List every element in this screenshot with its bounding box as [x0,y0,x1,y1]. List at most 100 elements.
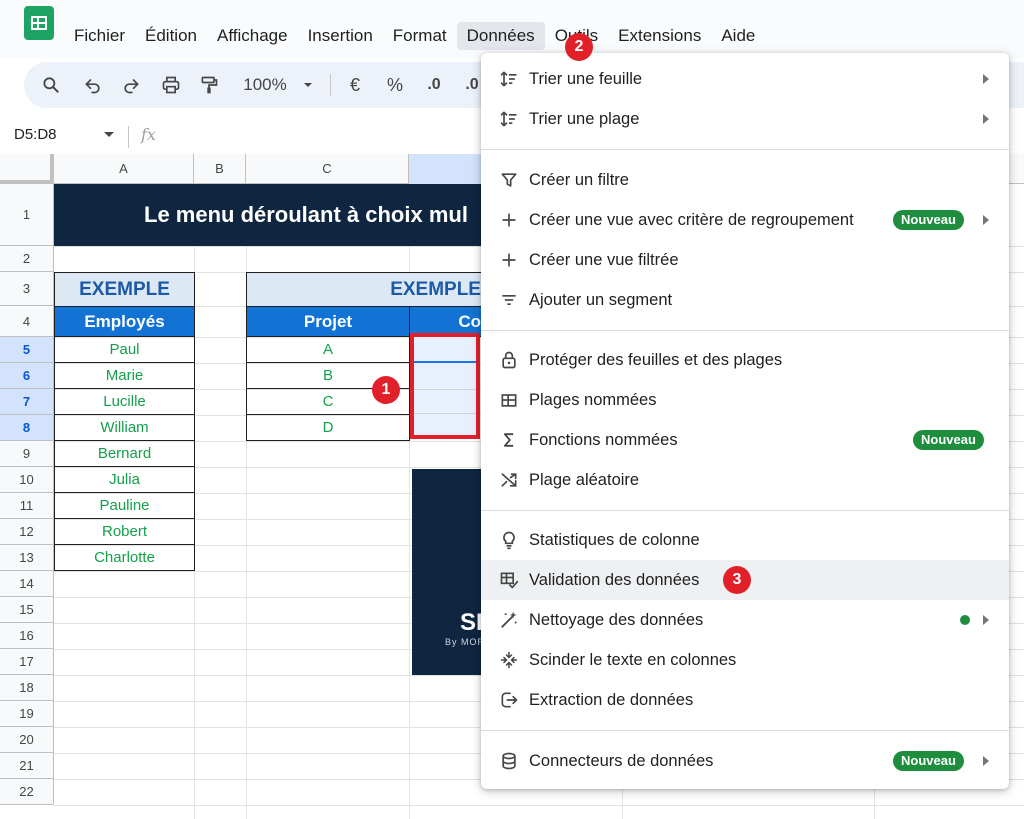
percent-button[interactable]: % [384,72,406,98]
search-icon[interactable] [38,72,64,98]
nouveau-badge: Nouveau [893,751,964,771]
menu-item-label: Fonctions nommées [529,430,678,449]
step-marker-2: 2 [565,33,593,61]
menu-aide[interactable]: Aide [711,22,765,50]
column-header-b[interactable]: B [194,154,246,184]
employee-cell[interactable]: Pauline [54,493,195,519]
slicer-icon [499,290,519,310]
menu-item-nettoyage[interactable]: Nettoyage des données [481,600,1009,640]
menu-item-statistiques[interactable]: Statistiques de colonne [481,520,1009,560]
row-header[interactable]: 19 [0,701,54,727]
row-header[interactable]: 6 [0,363,54,389]
menu-edition[interactable]: Édition [135,22,207,50]
status-dot-icon [960,615,970,625]
menu-items: Fichier Édition Affichage Insertion Form… [64,22,765,50]
plus-icon [499,250,519,270]
employee-cell[interactable]: Lucille [54,389,195,415]
selected-range-d5-d8[interactable] [410,333,480,439]
employee-cell[interactable]: Marie [54,363,195,389]
menu-item-proteger[interactable]: Protéger des feuilles et des plages [481,340,1009,380]
menu-item-trier-feuille[interactable]: Trier une feuille [481,59,1009,99]
row-header[interactable]: 15 [0,597,54,623]
column-header-d[interactable] [409,154,489,184]
menu-item-fonctions-nommees[interactable]: Fonctions nommées Nouveau [481,420,1009,460]
projet-header[interactable]: Projet [246,306,410,337]
row-header[interactable]: 8 [0,415,54,441]
menu-item-trier-plage[interactable]: Trier une plage [481,99,1009,139]
employee-cell[interactable]: Julia [54,467,195,493]
menu-insertion[interactable]: Insertion [298,22,383,50]
row-header[interactable]: 16 [0,623,54,649]
menu-item-vue-regroupement[interactable]: Créer une vue avec critère de regroupeme… [481,200,1009,240]
row-header[interactable]: 2 [0,246,54,272]
chevron-down-icon[interactable] [300,72,316,98]
sheet-title-banner[interactable]: Le menu déroulant à choix mul [54,184,494,246]
submenu-arrow-icon [983,215,989,225]
row-header[interactable]: 13 [0,545,54,571]
zoom-select[interactable]: 100% [238,72,292,98]
menu-separator [481,330,1009,331]
undo-icon[interactable] [80,72,106,98]
row-header[interactable]: 3 [0,272,54,306]
row-header[interactable]: 21 [0,753,54,779]
row-header[interactable]: 18 [0,675,54,701]
menu-item-plage-aleatoire[interactable]: Plage aléatoire [481,460,1009,500]
row-header[interactable]: 14 [0,571,54,597]
row-header[interactable]: 17 [0,649,54,675]
row-header[interactable]: 10 [0,467,54,493]
fx-icon: fx [141,125,156,144]
nouveau-badge: Nouveau [913,430,984,450]
step-marker-1: 1 [372,376,400,404]
row-header[interactable]: 22 [0,779,54,805]
employee-cell[interactable]: Paul [54,337,195,363]
row-header[interactable]: 11 [0,493,54,519]
menu-extensions[interactable]: Extensions [608,22,711,50]
currency-button[interactable]: € [344,72,366,98]
projet-cell[interactable]: D [246,415,410,441]
increase-decimal-button[interactable]: .0 [462,72,482,98]
lock-icon [499,350,519,370]
menu-format[interactable]: Format [383,22,457,50]
right-table-title[interactable]: EXEMPLE [246,272,496,307]
database-icon [499,751,519,771]
menu-item-vue-filtree[interactable]: Créer une vue filtrée [481,240,1009,280]
menu-item-connecteurs[interactable]: Connecteurs de données Nouveau [481,741,1009,781]
active-cell-underline [414,361,476,363]
employes-header[interactable]: Employés [54,306,195,337]
menu-affichage[interactable]: Affichage [207,22,298,50]
projet-cell[interactable]: A [246,337,410,363]
decrease-decimal-button[interactable]: .0 [422,72,446,98]
row-header[interactable]: 1 [0,184,54,246]
redo-icon[interactable] [118,72,144,98]
menu-fichier[interactable]: Fichier [64,22,135,50]
employee-cell[interactable]: William [54,415,195,441]
donnees-dropdown-menu: Trier une feuille Trier une plage Créer … [481,53,1009,789]
row-header[interactable]: 9 [0,441,54,467]
column-header-a[interactable]: A [54,154,194,184]
menu-item-scinder[interactable]: Scinder le texte en colonnes [481,640,1009,680]
column-header-c[interactable]: C [246,154,409,184]
row-header[interactable]: 5 [0,337,54,363]
menu-item-creer-filtre[interactable]: Créer un filtre [481,160,1009,200]
menu-item-ajouter-segment[interactable]: Ajouter un segment [481,280,1009,320]
employee-cell[interactable]: Robert [54,519,195,545]
menu-item-plages-nommees[interactable]: Plages nommées [481,380,1009,420]
name-box-caret-icon[interactable] [104,132,114,137]
sheets-logo-icon[interactable] [24,6,54,40]
row-header[interactable]: 7 [0,389,54,415]
left-table-title[interactable]: EXEMPLE [54,272,195,307]
employee-cell[interactable]: Bernard [54,441,195,467]
menu-item-extraction[interactable]: Extraction de données [481,680,1009,720]
menu-donnees[interactable]: Données [456,22,545,50]
promo-card-small-text: By MOR [445,637,486,647]
row-header[interactable]: 4 [0,306,54,337]
select-all-corner[interactable] [0,154,54,184]
employee-cell[interactable]: Charlotte [54,545,195,571]
name-box[interactable]: D5:D8 [14,126,57,143]
row-header[interactable]: 12 [0,519,54,545]
print-icon[interactable] [158,72,184,98]
row-header[interactable]: 20 [0,727,54,753]
menu-item-label: Trier une plage [529,109,640,128]
menu-separator [481,149,1009,150]
paint-format-icon[interactable] [196,72,222,98]
